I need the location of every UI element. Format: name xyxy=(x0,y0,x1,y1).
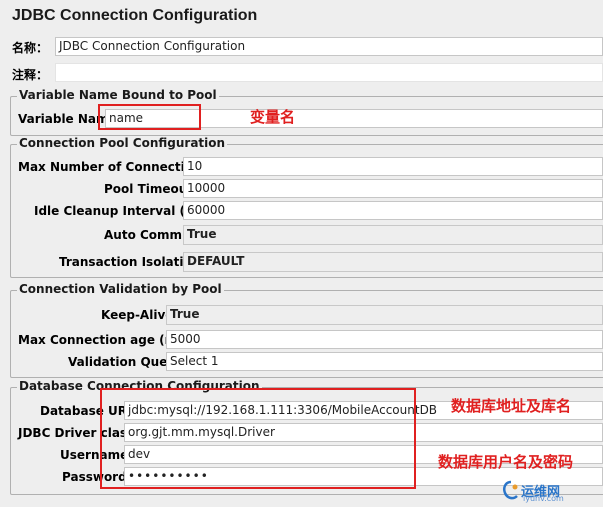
annotation-db-user: 数据库用户名及密码 xyxy=(438,453,574,471)
connection-validation-group-title: Connection Validation by Pool xyxy=(17,282,224,296)
panel-title: JDBC Connection Configuration xyxy=(12,7,258,24)
watermark-logo-icon xyxy=(503,480,518,500)
idle-cleanup-input[interactable]: 60000 xyxy=(183,201,603,220)
keep-alive-select[interactable]: True xyxy=(166,305,603,325)
name-label: 名称： xyxy=(12,41,49,55)
max-connections-input[interactable]: 10 xyxy=(183,157,603,176)
connection-pool-group-title: Connection Pool Configuration xyxy=(17,136,228,150)
auto-commit-select[interactable]: True xyxy=(183,225,603,245)
annotation-box-database xyxy=(100,388,416,489)
validation-query-input[interactable]: Select 1 xyxy=(166,352,603,371)
name-input[interactable]: JDBC Connection Configuration xyxy=(55,37,603,56)
pool-timeout-input[interactable]: 10000 xyxy=(183,179,603,198)
watermark-sub: iyunv.com xyxy=(523,494,564,503)
comment-input[interactable] xyxy=(55,63,603,82)
watermark: 运维网 iyunv.com xyxy=(501,479,597,503)
annotation-variable-name: 变量名 xyxy=(250,108,296,126)
variable-name-group-title: Variable Name Bound to Pool xyxy=(17,88,219,102)
max-connection-age-input[interactable]: 5000 xyxy=(166,330,603,349)
annotation-db-url: 数据库地址及库名 xyxy=(451,397,572,415)
comment-label: 注释： xyxy=(12,68,49,82)
annotation-box-variable-name xyxy=(98,104,201,130)
transaction-isolation-select[interactable]: DEFAULT xyxy=(183,252,603,272)
